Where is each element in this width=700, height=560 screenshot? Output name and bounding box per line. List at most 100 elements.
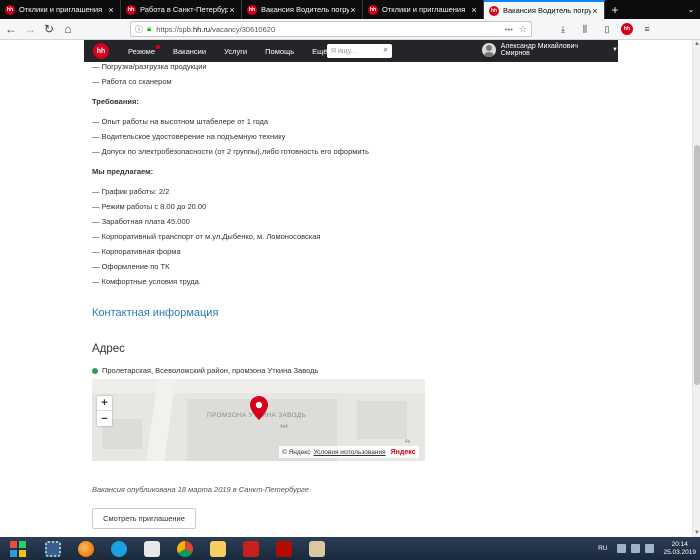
taskbar-app[interactable] (204, 538, 232, 559)
close-tab-icon[interactable]: × (228, 5, 236, 15)
nav-help[interactable]: Помощь (256, 47, 303, 56)
address-text: Пролетарская, Всеволожский район, промзо… (102, 366, 319, 375)
taskbar-app[interactable] (237, 538, 265, 559)
toolbar-right: ⤓ ⫼ ▯ hh ≡ (555, 21, 655, 37)
nav-vacancies[interactable]: Вакансии (164, 47, 215, 56)
contact-info-link[interactable]: Контактная информация (92, 307, 218, 319)
taskbar-app[interactable] (39, 538, 67, 559)
taskbar-app[interactable] (72, 538, 100, 559)
view-invitation-button[interactable]: Смотреть приглашение (92, 508, 196, 529)
clock-time: 20:14 (671, 540, 688, 548)
hh-header: hh Резюме Вакансии Услуги Помощь Ещё... … (84, 40, 618, 62)
pdf-icon (243, 540, 259, 557)
user-menu[interactable]: Александр Михайлович Смирнов ▼ (482, 43, 618, 57)
lock-icon[interactable]: 🔒︎ (147, 24, 151, 34)
tab-title: Отклики и приглашения (19, 5, 103, 14)
network-icon[interactable] (631, 544, 641, 553)
map-terms-link[interactable]: Условия использования (313, 449, 385, 456)
ie-icon (111, 540, 127, 557)
user-name: Александр Михайлович Смирнов (500, 43, 579, 57)
home-icon[interactable]: ⌂ (60, 21, 76, 37)
list-item: — Комфортные условия труда. (92, 277, 201, 286)
clock[interactable]: 20:14 25.03.2019 (663, 541, 696, 557)
nav-resume[interactable]: Резюме (119, 44, 164, 56)
menu-hamburger-icon[interactable]: ≡ (639, 21, 655, 37)
map-building-label: 4к (405, 439, 410, 445)
taskbar-app[interactable] (303, 538, 331, 559)
calendar-app-icon (144, 540, 160, 557)
browser-tab[interactable]: hh Отклики и приглашения × (363, 0, 484, 19)
forward-arrow-icon[interactable]: → (22, 21, 38, 37)
yandex-map[interactable]: ПРОМЗОНА УТКИНА ЗАВОДЬ 4к4 4к + − © Янде… (92, 379, 425, 461)
nav-services[interactable]: Услуги (215, 47, 256, 56)
windows-logo-icon (10, 540, 26, 557)
browser-tab-active[interactable]: hh Вакансия Водитель погрузчика × (484, 0, 605, 19)
list-item: — Погрузка/разгрузка продукции (92, 62, 207, 71)
taskbar-app[interactable] (105, 538, 133, 559)
page-actions-icon[interactable]: ••• (505, 25, 513, 34)
scroll-up-icon[interactable]: ▲ (693, 40, 700, 48)
hh-favicon-icon: hh (489, 5, 499, 16)
browser-tab[interactable]: hh Работа в Санкт-Петербурге × (121, 0, 242, 19)
folder-icon (210, 540, 226, 557)
downloads-icon[interactable]: ⤓ (555, 21, 571, 37)
windows-taskbar: RU 20:14 25.03.2019 (0, 537, 700, 560)
search-input[interactable]: Я ищу... ⌕ (327, 44, 392, 58)
system-tray: RU 20:14 25.03.2019 (598, 537, 696, 560)
grid-app-icon (45, 540, 61, 557)
new-tab-button[interactable]: + (605, 0, 625, 19)
sidebar-icon[interactable]: ▯ (599, 21, 615, 37)
published-date: Вакансия опубликована 18 марта 2019 в Са… (92, 485, 309, 494)
list-item: — Водительское удостоверение на подъемну… (92, 132, 286, 141)
back-arrow-icon[interactable]: ← (3, 21, 19, 37)
list-item: — Допуск по электробезопасности (от 2 гр… (92, 147, 369, 156)
list-item: — Заработная плата 45.000 (92, 217, 190, 226)
clock-date: 25.03.2019 (663, 548, 696, 556)
search-icon[interactable]: ⌕ (384, 45, 388, 55)
address-heading: Адрес (92, 343, 125, 355)
close-tab-icon[interactable]: × (591, 6, 599, 16)
tray-up-arrow-icon[interactable] (617, 544, 627, 553)
close-tab-icon[interactable]: × (349, 5, 357, 15)
paint-icon (309, 540, 325, 557)
hh-nav: Резюме Вакансии Услуги Помощь Ещё... (119, 44, 343, 56)
taskbar-app[interactable] (171, 538, 199, 559)
hh-extension-icon[interactable]: hh (621, 23, 633, 35)
close-tab-icon[interactable]: × (107, 5, 115, 15)
url-bar[interactable]: ⓘ 🔒︎ https://spb.hh.ru/vacancy/30610620 … (130, 21, 532, 37)
zoom-out-button[interactable]: − (97, 411, 112, 426)
address-line: Пролетарская, Всеволожский район, промзо… (92, 366, 318, 375)
vertical-scrollbar[interactable]: ▲ ▼ (692, 40, 700, 537)
taskbar-app[interactable] (270, 538, 298, 559)
list-item: — Режим работы с 8.00 до 20.00 (92, 202, 207, 211)
start-button[interactable] (2, 538, 34, 559)
taskbar-app[interactable] (138, 538, 166, 559)
reload-icon[interactable]: ↻ (41, 21, 57, 37)
list-item: — Работа со сканером (92, 77, 172, 86)
language-indicator[interactable]: RU (598, 545, 607, 552)
web-page: hh Резюме Вакансии Услуги Помощь Ещё... … (0, 40, 692, 537)
close-tab-icon[interactable]: × (470, 5, 478, 15)
info-icon[interactable]: ⓘ (135, 24, 143, 35)
tab-title: Вакансия Водитель погрузчика (503, 6, 591, 15)
scroll-down-icon[interactable]: ▼ (693, 529, 700, 537)
list-item: — Корпоративная форма (92, 247, 181, 256)
bookmark-star-icon[interactable]: ☆ (519, 24, 527, 35)
browser-nav-bar: ← → ↻ ⌂ ⓘ 🔒︎ https://spb.hh.ru/vacancy/3… (0, 19, 700, 40)
chevron-down-icon: ▼ (612, 47, 618, 53)
tab-bar-spacer (625, 0, 682, 19)
browser-tab[interactable]: hh Отклики и приглашения × (0, 0, 121, 19)
tab-list-chevron-icon[interactable]: ⌄ (682, 0, 700, 19)
yandex-logo[interactable]: Яндекс (391, 449, 416, 456)
volume-icon[interactable] (645, 544, 655, 553)
scrollbar-thumb[interactable] (694, 145, 700, 385)
library-icon[interactable]: ⫼ (577, 21, 593, 37)
browser-tab[interactable]: hh Вакансия Водитель погрузчика × (242, 0, 363, 19)
map-copyright: © Яндекс Условия использования Яндекс (279, 446, 419, 458)
map-pin-icon[interactable] (250, 396, 268, 420)
zoom-in-button[interactable]: + (97, 396, 112, 411)
hh-logo[interactable]: hh (93, 43, 109, 59)
map-road (92, 379, 425, 393)
url-text[interactable]: https://spb.hh.ru/vacancy/30610620 (156, 25, 505, 34)
firefox-icon (78, 540, 94, 557)
